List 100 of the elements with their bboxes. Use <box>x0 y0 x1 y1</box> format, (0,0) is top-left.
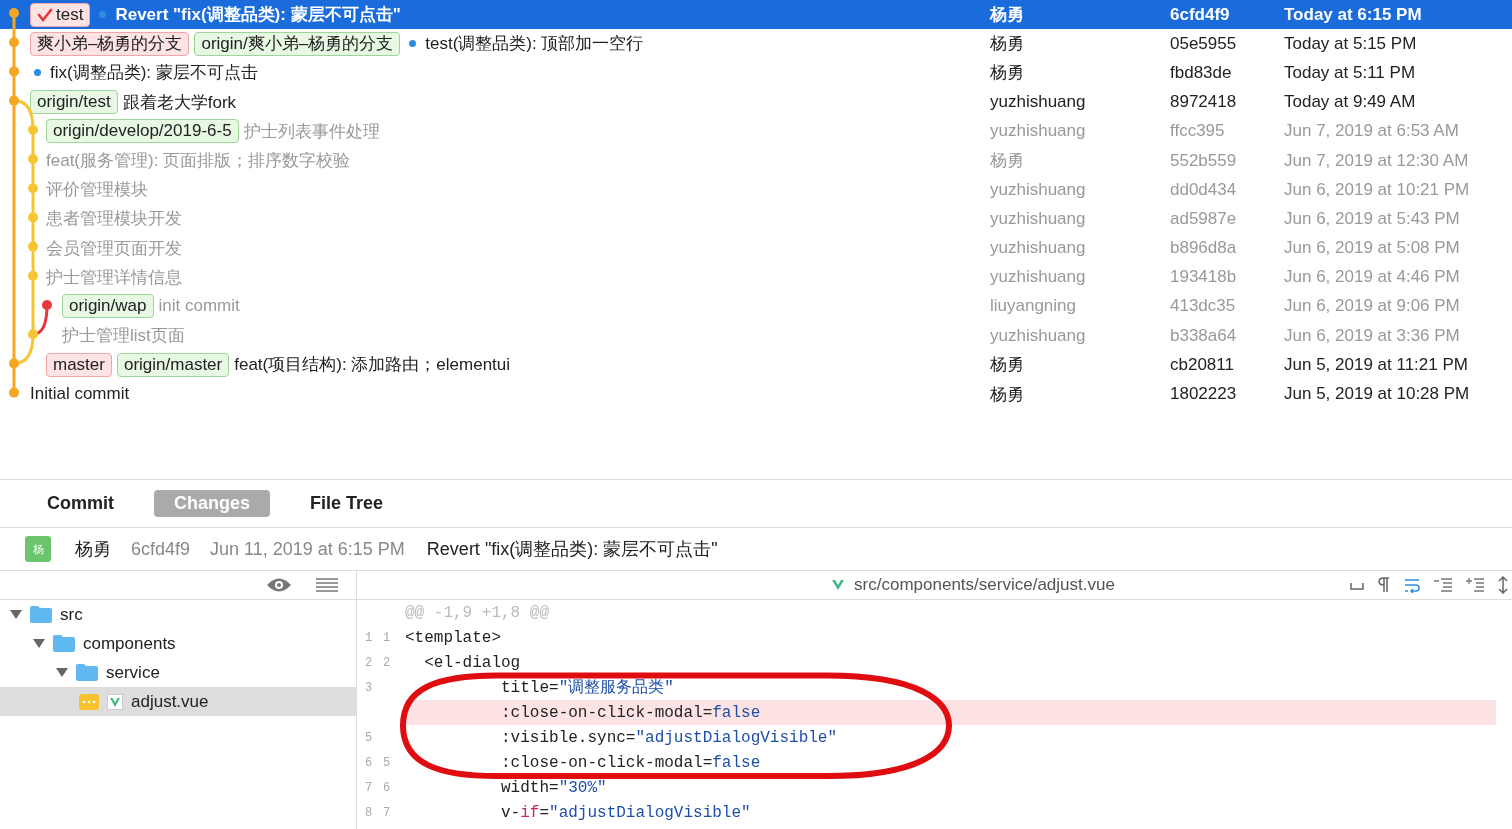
commit-hash: 05e5955 <box>1170 33 1238 54</box>
folder-icon <box>53 635 75 652</box>
commit-author: 杨勇 <box>990 4 1025 27</box>
commit-message: Revert "fix(调整品类): 蒙层不可点击" <box>115 4 401 27</box>
commit-date: Jun 7, 2019 at 6:53 AM <box>1284 121 1459 142</box>
commit-author: liuyangning <box>990 296 1077 317</box>
commit-message: 护士管理详情信息 <box>46 266 182 289</box>
commit-hash: 6cfd4f9 <box>1170 4 1231 25</box>
expand-lines-icon[interactable] <box>1466 578 1484 592</box>
hunk-header: @@ -1,9 +1,8 @@ <box>405 603 550 622</box>
commit-date: Today at 5:15 PM <box>1284 33 1417 54</box>
commit-hash: b338a64 <box>1170 325 1238 346</box>
commit-author: yuzhishuang <box>990 92 1087 113</box>
avatar: 杨 <box>25 536 51 562</box>
code-line: :visible.sync="adjustDialogVisible" <box>500 727 839 749</box>
branch-tag[interactable]: master <box>46 352 112 377</box>
remote-branch-tag[interactable]: origin/test <box>30 90 118 115</box>
remote-branch-tag[interactable]: origin/develop/2019-6-5 <box>46 119 239 144</box>
line-number: 3 <box>365 680 374 695</box>
remote-branch-tag[interactable]: origin/wap <box>62 294 154 319</box>
commit-date: Jun 5, 2019 at 10:28 PM <box>1284 384 1470 405</box>
tab[interactable]: Commit <box>27 490 134 517</box>
commit-author: yuzhishuang <box>990 238 1087 259</box>
commit-message: Initial commit <box>30 384 130 405</box>
commit-hash: 6cfd4f9 <box>131 538 191 560</box>
resize-icon[interactable] <box>1498 576 1508 594</box>
commit-author: 杨勇 <box>990 33 1025 56</box>
commit-message: feat(服务管理): 页面排版；排序数字校验 <box>46 150 351 173</box>
commit-message: 跟着老大学fork <box>122 91 237 114</box>
branch-tag[interactable]: test <box>30 2 91 27</box>
code-line: title="调整服务品类" <box>500 677 675 699</box>
tree-item[interactable]: service <box>0 658 356 687</box>
commit-hash: ad5987e <box>1170 208 1238 229</box>
code-line: <template> <box>405 627 502 649</box>
commit-message: 评价管理模块 <box>46 179 148 202</box>
folder-icon <box>76 664 98 681</box>
commit-date: Jun 6, 2019 at 9:06 PM <box>1284 296 1460 317</box>
commit-date: Jun 6, 2019 at 3:36 PM <box>1284 325 1460 346</box>
commit-hash: 8972418 <box>1170 92 1238 113</box>
commit-message: feat(项目结构): 添加路由；elementui <box>234 354 511 377</box>
commit-author: yuzhishuang <box>990 325 1087 346</box>
commit-date: Today at 6:15 PM <box>1284 4 1422 25</box>
commit-author: 杨勇 <box>990 62 1025 85</box>
commit-author: 杨勇 <box>75 538 111 561</box>
caret-icon <box>56 667 68 678</box>
line-number: 8 <box>365 805 374 820</box>
commit-date: Jun 6, 2019 at 4:46 PM <box>1284 267 1460 288</box>
whitespace-icon[interactable] <box>1350 580 1364 590</box>
branch-tag[interactable]: 爽小弟–杨勇的分支 <box>30 31 190 56</box>
remote-branch-tag[interactable]: origin/master <box>116 352 230 377</box>
commit-hash: dd0d434 <box>1170 179 1238 200</box>
commit-date: Today at 9:49 AM <box>1284 92 1416 113</box>
tree-item[interactable]: adjust.vue <box>0 687 356 716</box>
commit-author: yuzhishuang <box>990 121 1087 142</box>
commit-hash: fbd83de <box>1170 62 1233 83</box>
caret-icon <box>33 638 45 649</box>
line-number: 2 <box>383 655 392 670</box>
vue-file-icon <box>832 579 845 591</box>
commit-date: Jun 6, 2019 at 5:08 PM <box>1284 238 1460 259</box>
line-number: 1 <box>383 630 392 645</box>
code-line: width="30%" <box>500 777 608 799</box>
line-number: 7 <box>383 805 392 820</box>
commit-author: yuzhishuang <box>990 179 1087 200</box>
commit-message: 护士列表事件处理 <box>243 120 380 143</box>
wrap-icon[interactable] <box>1404 577 1420 593</box>
tree-item[interactable]: src <box>0 600 356 629</box>
vue-file-icon <box>107 693 123 710</box>
modified-icon <box>79 693 99 710</box>
eye-icon[interactable] <box>266 577 292 593</box>
line-number: 6 <box>383 780 392 795</box>
commit-date: Jun 7, 2019 at 12:30 AM <box>1284 150 1469 171</box>
caret-icon <box>10 609 22 620</box>
commit-message: init commit <box>158 296 240 317</box>
code-line: :close-on-click-modal=false <box>500 752 762 774</box>
commit-author: 杨勇 <box>990 354 1025 377</box>
commit-author: 杨勇 <box>990 383 1025 406</box>
remote-branch-tag[interactable]: origin/爽小弟–杨勇的分支 <box>194 31 401 56</box>
commit-date: Jun 11, 2019 at 6:15 PM <box>210 538 405 560</box>
collapse-lines-icon[interactable] <box>1434 578 1452 592</box>
tree-item[interactable]: components <box>0 629 356 658</box>
file-path: src/components/service/adjust.vue <box>854 575 1115 595</box>
code-line: v-if="adjustDialogVisible" <box>500 802 752 824</box>
line-number: 7 <box>365 780 374 795</box>
commit-hash: ffcc395 <box>1170 121 1226 142</box>
folder-icon <box>30 606 52 623</box>
commit-hash: cb20811 <box>1170 354 1235 375</box>
commit-date: Today at 5:11 PM <box>1284 62 1416 83</box>
commit-message: 护士管理list页面 <box>62 325 185 348</box>
list-icon[interactable] <box>316 578 338 592</box>
line-number: 6 <box>365 755 374 770</box>
commit-hash: 1802223 <box>1170 384 1238 405</box>
commit-message: Revert "fix(调整品类): 蒙层不可点击" <box>426 538 718 561</box>
pilcrow-icon[interactable] <box>1378 577 1390 593</box>
commit-hash: b896d8a <box>1170 238 1238 259</box>
commit-message: 会员管理页面开发 <box>46 237 182 260</box>
line-number: 5 <box>365 730 374 745</box>
commit-hash: 552b559 <box>1170 150 1238 171</box>
commit-date: Jun 6, 2019 at 5:43 PM <box>1284 208 1460 229</box>
tab[interactable]: File Tree <box>290 490 404 517</box>
commit-hash: 193418b <box>1170 267 1238 288</box>
